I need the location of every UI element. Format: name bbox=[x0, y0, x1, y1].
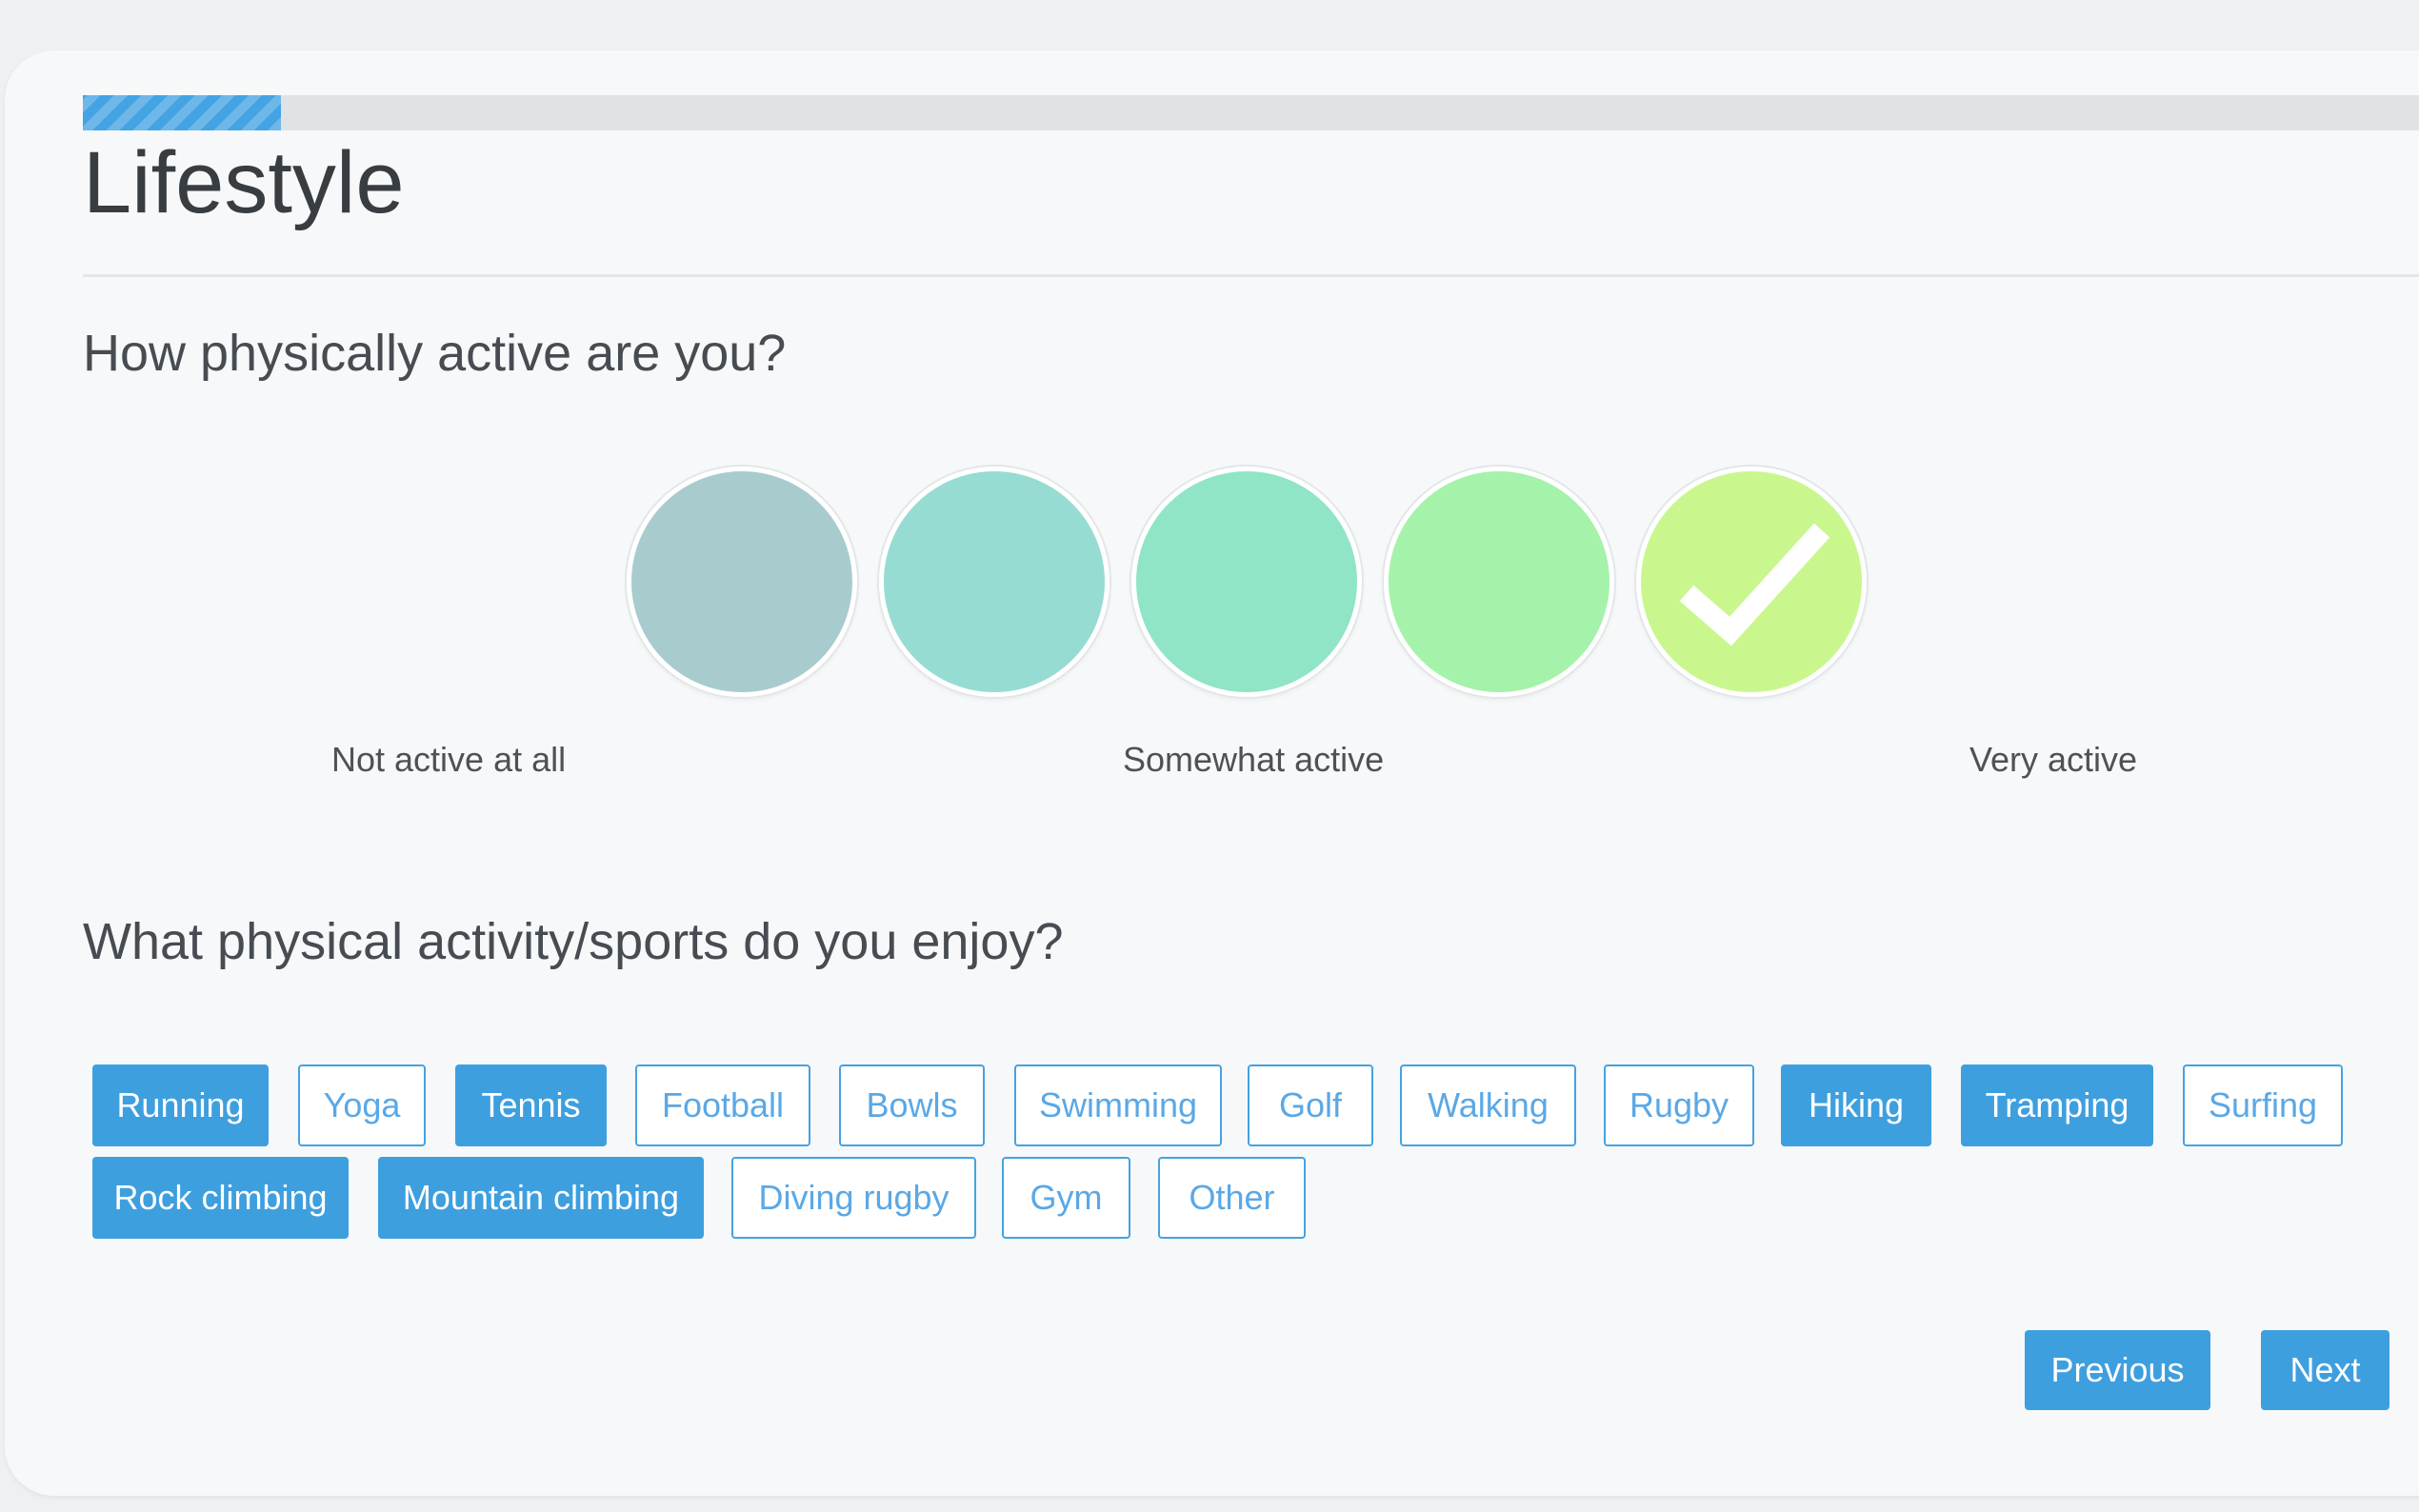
progress-fill bbox=[83, 95, 281, 130]
activity-question: How physically active are you? bbox=[83, 325, 787, 382]
activity-option-5[interactable] bbox=[1636, 467, 1867, 697]
sport-tag-rock-climbing[interactable]: Rock climbing bbox=[92, 1157, 349, 1239]
sports-question: What physical activity/sports do you enj… bbox=[83, 913, 1064, 970]
scale-label-low: Not active at all bbox=[331, 740, 567, 779]
sport-tag-rugby[interactable]: Rugby bbox=[1604, 1064, 1754, 1146]
sport-tag-surfing[interactable]: Surfing bbox=[2183, 1064, 2343, 1146]
activity-option-2[interactable] bbox=[879, 467, 1110, 697]
previous-button[interactable]: Previous bbox=[2025, 1330, 2210, 1410]
sport-tag-tramping[interactable]: Tramping bbox=[1961, 1064, 2153, 1146]
sport-tag-running[interactable]: Running bbox=[92, 1064, 269, 1146]
activity-option-3[interactable] bbox=[1131, 467, 1362, 697]
activity-option-4[interactable] bbox=[1384, 467, 1614, 697]
scale-label-high: Very active bbox=[1969, 740, 2138, 779]
activity-option-1[interactable] bbox=[627, 467, 857, 697]
sport-tag-mountain-climbing[interactable]: Mountain climbing bbox=[378, 1157, 704, 1239]
sport-tag-walking[interactable]: Walking bbox=[1400, 1064, 1576, 1146]
sport-tag-tennis[interactable]: Tennis bbox=[455, 1064, 607, 1146]
page-title: Lifestyle bbox=[83, 134, 405, 231]
progress-bar bbox=[83, 95, 2419, 130]
sport-tag-swimming[interactable]: Swimming bbox=[1014, 1064, 1222, 1146]
next-button[interactable]: Next bbox=[2261, 1330, 2389, 1410]
sport-tag-yoga[interactable]: Yoga bbox=[298, 1064, 426, 1146]
sport-tag-hiking[interactable]: Hiking bbox=[1781, 1064, 1931, 1146]
sport-tag-football[interactable]: Football bbox=[635, 1064, 810, 1146]
sport-tag-diving-rugby[interactable]: Diving rugby bbox=[731, 1157, 976, 1239]
scale-label-mid: Somewhat active bbox=[1123, 740, 1385, 779]
sport-tag-golf[interactable]: Golf bbox=[1248, 1064, 1373, 1146]
sport-tag-bowls[interactable]: Bowls bbox=[839, 1064, 985, 1146]
title-divider bbox=[83, 274, 2419, 277]
check-icon bbox=[1679, 523, 1830, 647]
sport-tag-other[interactable]: Other bbox=[1158, 1157, 1306, 1239]
sport-tag-gym[interactable]: Gym bbox=[1002, 1157, 1130, 1239]
